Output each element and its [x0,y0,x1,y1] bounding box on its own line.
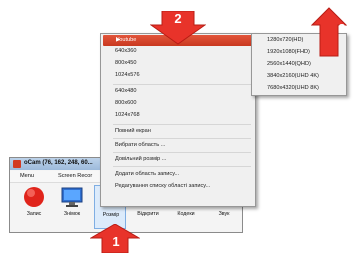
snapshot-label: Знімок [63,211,81,217]
menu-item-custom-size[interactable]: Довільний розмір ... [115,156,166,162]
codecs-label: Кодеки [177,211,195,217]
record-label: Запис [26,211,42,217]
monitor-icon [61,187,83,207]
callout-number-3: 3 [338,21,346,36]
snapshot-button[interactable]: Знімок [56,185,88,229]
window-title: oCam (76, 162, 248, 60... [24,160,93,166]
menu-separator [113,152,251,153]
submenu-item-1080p[interactable]: 1920x1080(FHD) [267,49,310,55]
record-icon [24,187,44,207]
menu-separator [113,138,251,139]
callout-number-2: 2 [174,11,182,26]
menu-separator [113,124,251,125]
size-context-menu: Youtube ▶ 640x360 800x450 1024x576 640x4… [100,33,256,207]
menu-item-1024x576[interactable]: 1024x576 [115,72,140,78]
menu-item-select-area[interactable]: Вибрати область ... [115,142,165,148]
menu-item-edit-list[interactable]: Редагування списку області запису... [115,183,210,189]
callout-number-1: 1 [112,234,120,249]
submenu-item-8k[interactable]: 7680x4320(UHD 8K) [267,85,319,91]
menu-item-640x480[interactable]: 640x480 [115,88,136,94]
menu-item-800x600[interactable]: 800x600 [115,100,136,106]
record-button[interactable]: Запис [18,185,50,229]
menu-item-640x360[interactable]: 640x360 [115,48,136,54]
submenu-item-4k[interactable]: 3840x2160(UHD 4K) [267,73,319,79]
menu-item-1024x768[interactable]: 1024x768 [115,112,140,118]
menu-separator [113,84,251,85]
tab-menu[interactable]: Menu [20,173,34,179]
open-label: Відкрити [137,211,159,217]
tab-screen-recording[interactable]: Screen Recor [58,173,92,179]
menu-item-800x450[interactable]: 800x450 [115,60,136,66]
size-label: Розмір [102,212,120,218]
menu-item-fullscreen[interactable]: Повний екран [115,128,151,134]
menu-separator [113,166,251,167]
submenu-item-720p[interactable]: 1280x720(HD) [267,37,303,43]
menu-item-add-area[interactable]: Додати область запису... [115,171,179,177]
app-icon [13,160,21,168]
submenu-item-1440p[interactable]: 2560x1440(QHD) [267,61,311,67]
sound-label: Звук [218,211,230,217]
